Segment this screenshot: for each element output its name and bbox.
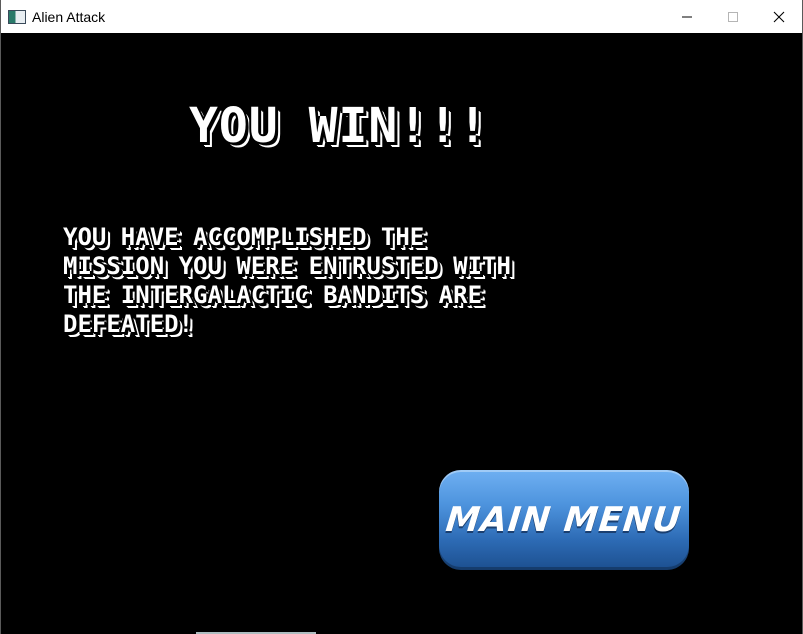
message-line: DEFEATED! [63, 310, 194, 339]
message-line: THE INTERGALACTIC BANDITS ARE [63, 281, 483, 310]
game-window: Alien Attack YOU WIN!!! YOU HAVE ACCOMPL… [0, 0, 803, 634]
maximize-icon [728, 11, 738, 22]
title-bar[interactable]: Alien Attack [1, 0, 802, 33]
window-controls [664, 0, 802, 33]
message-line: MISSION YOU WERE ENTRUSTED WITH [63, 252, 512, 281]
victory-message: YOU HAVE ACCOMPLISHED THE MISSION YOU WE… [63, 223, 683, 339]
main-menu-button-label: MAIN MENU [444, 500, 684, 540]
main-menu-button[interactable]: MAIN MENU [439, 470, 689, 570]
minimize-button[interactable] [664, 0, 710, 33]
window-title: Alien Attack [32, 8, 106, 25]
close-icon [773, 11, 785, 22]
maximize-button[interactable] [710, 0, 756, 33]
app-icon [8, 9, 26, 24]
close-button[interactable] [756, 0, 802, 33]
game-canvas: YOU WIN!!! YOU HAVE ACCOMPLISHED THE MIS… [1, 33, 802, 634]
minimize-icon [682, 16, 692, 17]
message-line: YOU HAVE ACCOMPLISHED THE [63, 223, 425, 252]
victory-headline: YOU WIN!!! [189, 98, 488, 155]
